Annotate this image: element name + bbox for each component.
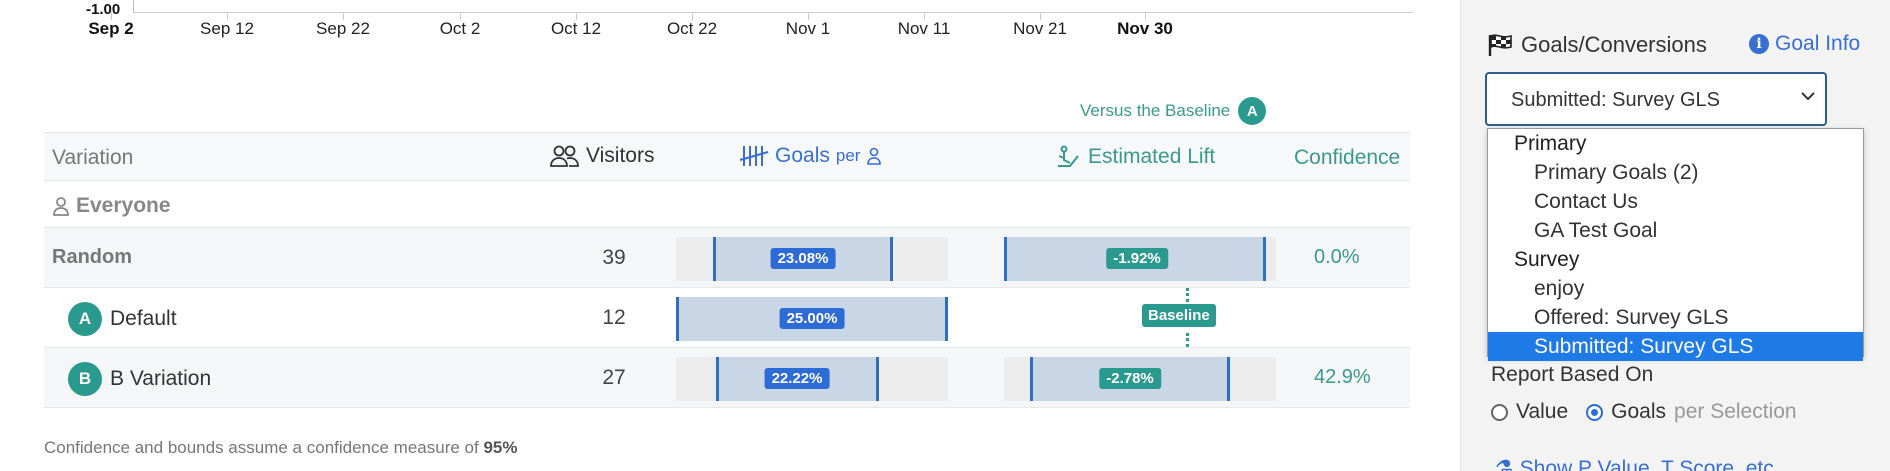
header-goals[interactable]: Goals per — [739, 144, 882, 168]
y-tick-min: -1.00 — [86, 1, 121, 18]
lift-bar: -2.78% — [1004, 357, 1276, 401]
footnote-text: Confidence and bounds assume a confidenc… — [44, 438, 479, 457]
x-tick-label: Oct 22 — [666, 19, 718, 38]
visitors-count: 27 — [602, 366, 626, 389]
timeline-axis: -1.00 Sep 2 Sep 12 Sep 22 Oct 2 Oct 12 Oct 22… — [0, 0, 1430, 40]
segment-row-everyone[interactable]: Everyone — [44, 180, 1410, 228]
dropdown-option[interactable]: Submitted: Survey GLS — [1488, 332, 1863, 361]
dropdown-option[interactable]: enjoy — [1488, 274, 1863, 303]
table-header: Variation Visitors Goals per Estimated L… — [44, 132, 1410, 180]
header-visitors[interactable]: Visitors — [550, 144, 654, 168]
goal-rate-bar: 22.22% — [676, 357, 948, 401]
radio-value-label[interactable]: Value — [1516, 400, 1568, 424]
person-icon — [867, 147, 882, 165]
results-table: Variation Visitors Goals per Estimated L… — [44, 132, 1410, 408]
radio-value[interactable] — [1491, 403, 1508, 421]
visitors-count: 12 — [602, 306, 626, 329]
goal-rate-bar: 25.00% — [676, 297, 948, 341]
baseline-badge: A — [1238, 97, 1267, 125]
radio-goals-label[interactable]: Goals — [1611, 400, 1666, 424]
variation-label: Default — [110, 307, 177, 330]
confidence-footnote: Confidence and bounds assume a confidenc… — [44, 438, 518, 458]
header-lift-label: Estimated Lift — [1088, 145, 1216, 168]
table-row-random[interactable]: Random 39 23.08% -1.92% 0.0% — [44, 228, 1410, 288]
variation-name: A Default — [68, 302, 177, 336]
dropdown-option[interactable]: GA Test Goal — [1488, 216, 1863, 245]
variation-badge: A — [68, 302, 102, 336]
versus-text: Versus the Baseline — [1080, 101, 1231, 120]
versus-baseline-label: Versus the Baseline A — [1080, 97, 1267, 125]
variation-label: B Variation — [110, 367, 212, 390]
y-axis-line — [133, 0, 134, 12]
tally-icon — [739, 146, 769, 166]
baseline-dotted-line — [1186, 333, 1189, 347]
lift-icon — [1058, 145, 1079, 167]
radio-goals-per-selection[interactable] — [1586, 403, 1604, 421]
goal-select-value: Submitted: Survey GLS — [1511, 89, 1720, 111]
x-tick-label: Nov 30 — [1117, 19, 1173, 38]
goals-title: Goals/Conversions — [1487, 32, 1707, 58]
show-p-value-link[interactable]: ⚗ Show P Value, T Score, etc — [1495, 456, 1774, 471]
variation-name: Random — [52, 246, 132, 268]
header-variation[interactable]: Variation — [52, 146, 133, 170]
header-visitors-label: Visitors — [586, 144, 655, 167]
lift-bar: -1.92% — [1004, 237, 1276, 281]
x-axis-line — [133, 12, 1413, 13]
lift-label: -1.92% — [1106, 248, 1168, 269]
x-tick-label: Nov 1 — [785, 19, 831, 38]
baseline-label: Baseline — [1142, 304, 1216, 327]
info-icon: i — [1749, 34, 1769, 54]
header-confidence[interactable]: Confidence — [1294, 146, 1400, 170]
variation-name: B B Variation — [68, 362, 211, 396]
settings-panel: Goals/Conversions i Goal Info Submitted:… — [1460, 0, 1890, 471]
confidence-value: 0.0% — [1314, 246, 1360, 268]
goal-info-label: Goal Info — [1775, 32, 1861, 55]
chevron-down-icon — [1801, 88, 1815, 106]
checkered-flag-icon — [1488, 34, 1512, 56]
goal-rate-label: 23.08% — [770, 248, 836, 269]
header-estimated-lift[interactable]: Estimated Lift — [1056, 144, 1215, 170]
dropdown-group-label: Survey — [1514, 248, 1580, 271]
footnote-value: 95% — [483, 438, 518, 457]
x-tick-label: Oct 2 — [439, 19, 481, 38]
x-tick-label: Nov 11 — [897, 19, 951, 38]
person-icon — [53, 197, 69, 216]
goal-dropdown-list: Primary Primary Goals (2) Contact Us GA Tes… — [1487, 128, 1864, 361]
goals-title-text: Goals/Conversions — [1521, 32, 1707, 57]
x-tick-label: Oct 12 — [550, 19, 602, 38]
goal-rate-label: 22.22% — [764, 368, 830, 389]
header-goals-per: per — [835, 146, 861, 165]
radio-goals-suffix: per Selection — [1674, 400, 1797, 423]
users-icon — [550, 145, 579, 167]
report-based-radios: Value Goals per Selection — [1491, 400, 1797, 424]
dropdown-option[interactable]: Primary Goals (2) — [1488, 158, 1863, 187]
goal-select[interactable]: Submitted: Survey GLS — [1485, 72, 1827, 126]
dropdown-option[interactable]: Contact Us — [1488, 187, 1863, 216]
goal-rate-label: 25.00% — [779, 308, 845, 329]
show-p-value-label: Show P Value, T Score, etc — [1519, 457, 1774, 471]
x-tick-label: Sep 2 — [88, 19, 134, 38]
baseline-marker: Baseline — [1142, 288, 1232, 348]
lift-label: -2.78% — [1099, 368, 1161, 389]
variation-badge: B — [68, 362, 102, 396]
header-goals-label: Goals — [775, 144, 830, 167]
x-tick-label: Sep 22 — [316, 19, 370, 38]
goal-rate-bar: 23.08% — [676, 237, 948, 281]
x-tick-label: Nov 21 — [1013, 19, 1067, 38]
table-row-default[interactable]: A Default 12 25.00% Baseline — [44, 288, 1410, 348]
segment-name: Everyone — [76, 194, 171, 217]
report-based-on-label: Report Based On — [1491, 363, 1654, 386]
table-row-b-variation[interactable]: B B Variation 27 22.22% -2.78% 42.9% — [44, 348, 1410, 408]
segment-label: Everyone — [52, 194, 171, 218]
goal-info-link[interactable]: i Goal Info — [1749, 32, 1860, 56]
dropdown-option[interactable]: Offered: Survey GLS — [1488, 303, 1863, 332]
visitors-count: 39 — [602, 246, 626, 269]
dropdown-group-label: Primary — [1514, 132, 1587, 155]
flask-icon: ⚗ — [1495, 457, 1514, 471]
baseline-dotted-line — [1186, 288, 1189, 302]
x-tick-label: Sep 12 — [200, 19, 254, 38]
confidence-value: 42.9% — [1314, 366, 1371, 388]
